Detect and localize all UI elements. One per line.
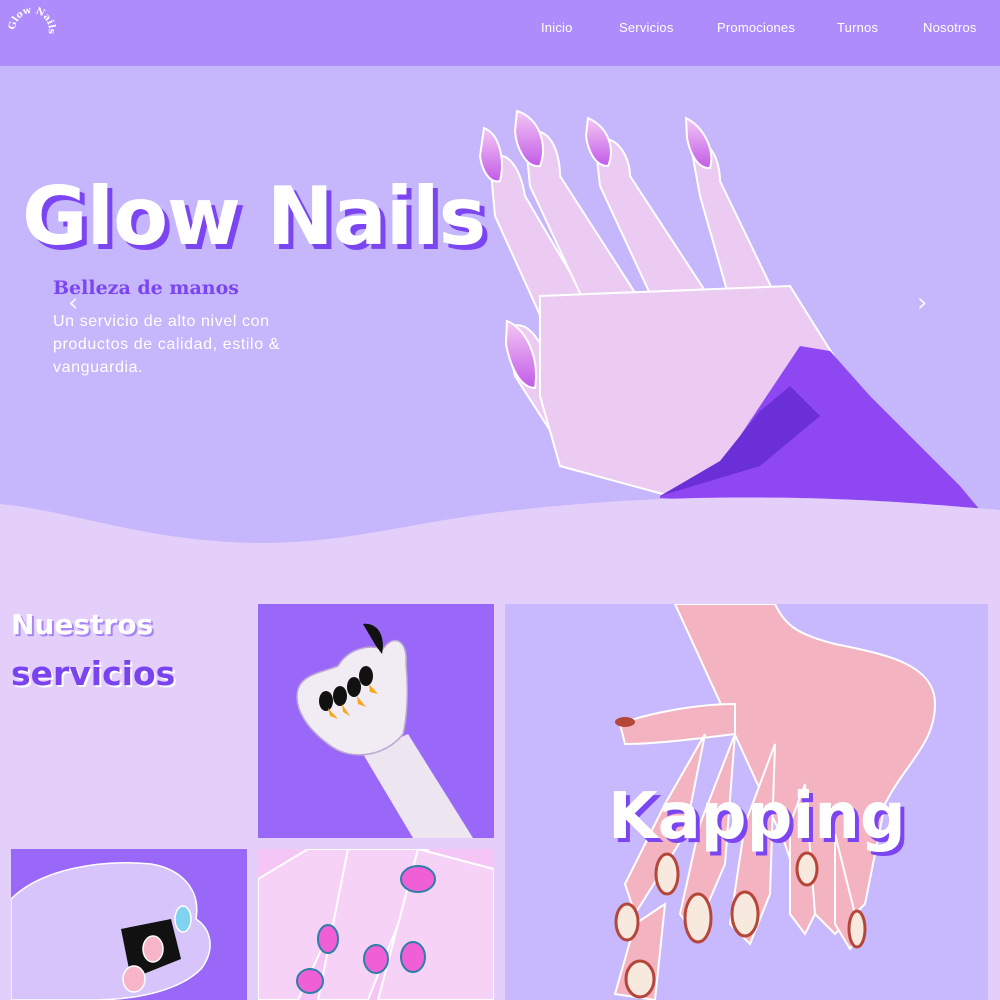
nav-link-servicios[interactable]: Servicios	[619, 20, 674, 35]
services-heading-line2: servicios	[11, 654, 176, 693]
hero-description: Un servicio de alto nivel con productos …	[53, 313, 281, 376]
service-tile-kapping[interactable]: Kapping	[505, 604, 988, 1000]
kapping-label: Kapping	[608, 780, 906, 854]
navbar: Glow Nails Inicio Servicios Promociones …	[0, 0, 1000, 66]
nav-link-nosotros[interactable]: Nosotros	[923, 20, 977, 35]
svg-text:Glow Nails: Glow Nails	[8, 6, 56, 34]
services-heading-line1: Nuestros	[11, 608, 154, 641]
nav-link-promociones[interactable]: Promociones	[717, 20, 795, 35]
nav-link-inicio[interactable]: Inicio	[541, 20, 573, 35]
pink-almond-nails-illustration	[258, 849, 494, 1000]
logo[interactable]: Glow Nails	[8, 6, 56, 54]
logo-text: Glow Nails	[8, 6, 56, 34]
service-tile-esculpidas[interactable]	[258, 849, 494, 1000]
hero-subtitle: Belleza de manos	[53, 277, 239, 299]
service-tile-semipermanente[interactable]	[11, 849, 247, 1000]
chevron-left-icon[interactable]: ‹	[68, 288, 78, 318]
nav-link-turnos[interactable]: Turnos	[837, 20, 878, 35]
hero-title: Glow Nails	[22, 170, 486, 263]
hero-banner: Glow Nails Belleza de manos Un servicio …	[0, 66, 1000, 606]
stiletto-nails-illustration	[258, 604, 494, 838]
pastel-nails-illustration	[11, 849, 247, 1000]
chevron-right-icon[interactable]: ›	[917, 288, 927, 318]
service-tile-stiletto[interactable]	[258, 604, 494, 838]
